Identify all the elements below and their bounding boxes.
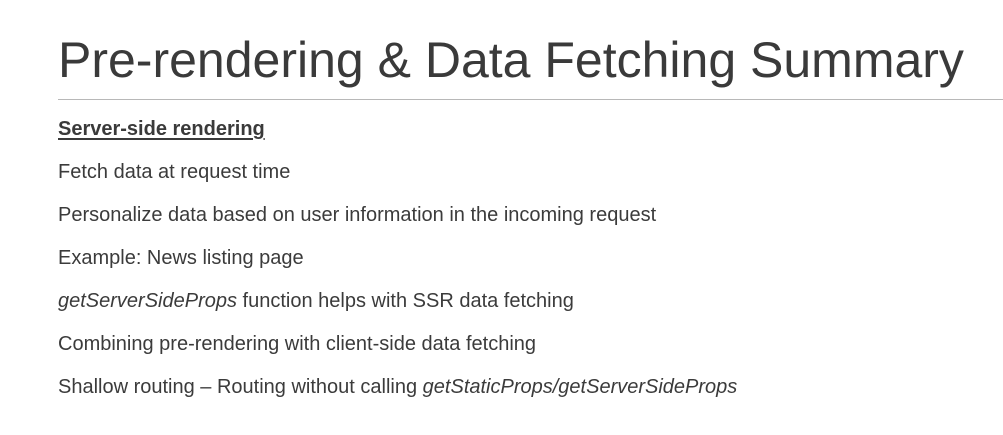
bullet-shallow-routing: Shallow routing – Routing without callin…: [58, 366, 983, 409]
bullet-text: function helps with SSR data fetching: [236, 290, 574, 312]
section-heading: Server-side rendering: [58, 118, 265, 140]
title-divider: [58, 99, 1003, 100]
slide-title: Pre-rendering & Data Fetching Summary: [58, 32, 964, 88]
slide-content: Server-side rendering Fetch data at requ…: [58, 108, 983, 409]
bullet-personalize-data: Personalize data based on user informati…: [58, 204, 657, 226]
bullet-getserversideprops: getServerSideProps function helps with S…: [58, 280, 983, 323]
bullet-combining-pre-rendering: Combining pre-rendering with client-side…: [58, 333, 537, 355]
bullet-example: Example: News listing page: [58, 247, 304, 269]
slide: Pre-rendering & Data Fetching Summary Se…: [0, 0, 1003, 435]
bullet-text: Shallow routing – Routing without callin…: [58, 376, 423, 398]
code-term: getServerSideProps: [58, 290, 237, 312]
bullet-fetch-at-request-time: Fetch data at request time: [58, 161, 291, 183]
code-term: getStaticProps/getServerSideProps: [422, 376, 738, 398]
